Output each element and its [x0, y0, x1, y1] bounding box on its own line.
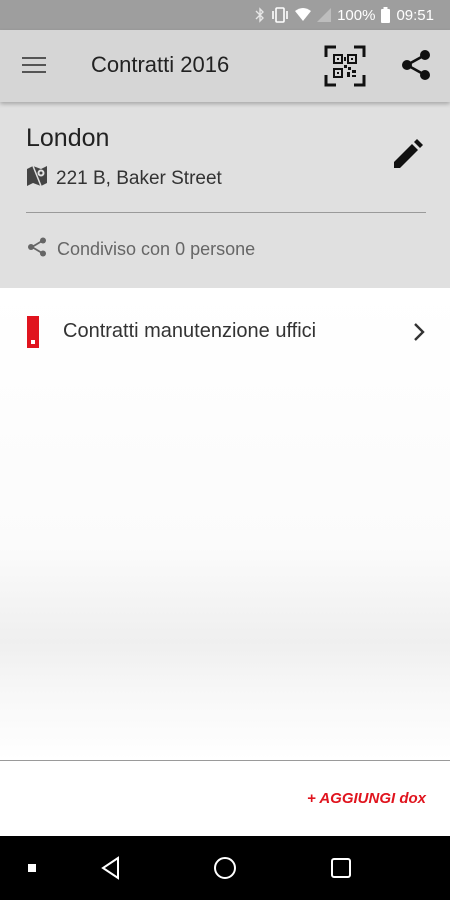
red-flag-icon: [27, 316, 39, 348]
list-item[interactable]: Contratti manutenzione uffici: [0, 306, 450, 358]
edit-icon[interactable]: [390, 138, 424, 172]
location-name: London: [26, 124, 110, 152]
shared-row[interactable]: Condiviso con 0 persone: [26, 236, 255, 263]
nav-dot-icon: [28, 864, 36, 872]
recent-apps-icon[interactable]: [329, 856, 353, 880]
wifi-icon: [295, 8, 312, 22]
location-header: London 221 B, Baker Street Condiviso con…: [0, 102, 450, 288]
address-text: 221 B, Baker Street: [56, 168, 222, 189]
navigation-bar: [0, 836, 450, 900]
signal-icon: [317, 8, 332, 22]
battery-percent: 100%: [337, 6, 376, 24]
page-title: Contratti 2016: [91, 52, 230, 77]
bluetooth-icon: [255, 7, 265, 23]
vibrate-icon: [271, 7, 289, 23]
clock: 09:51: [396, 6, 434, 24]
app-bar: Contratti 2016: [0, 30, 450, 102]
map-icon: [26, 165, 48, 193]
shared-text: Condiviso con 0 persone: [57, 239, 256, 259]
content-area: Contratti manutenzione uffici: [0, 288, 450, 760]
home-icon[interactable]: [213, 856, 237, 880]
add-dox-button[interactable]: + AGGIUNGI dox: [307, 790, 426, 807]
address-row: 221 B, Baker Street: [26, 165, 222, 193]
status-bar: 100% 09:51: [0, 0, 450, 30]
qr-code-icon[interactable]: [324, 45, 366, 87]
menu-icon[interactable]: [22, 54, 48, 76]
footer: + AGGIUNGI dox: [0, 761, 450, 836]
back-icon[interactable]: [99, 856, 123, 880]
divider: [26, 212, 426, 213]
share-small-icon: [26, 236, 48, 263]
battery-icon: [381, 7, 391, 23]
chevron-right-icon: [408, 320, 430, 344]
list-item-label: Contratti manutenzione uffici: [63, 320, 317, 342]
share-icon[interactable]: [398, 47, 434, 83]
